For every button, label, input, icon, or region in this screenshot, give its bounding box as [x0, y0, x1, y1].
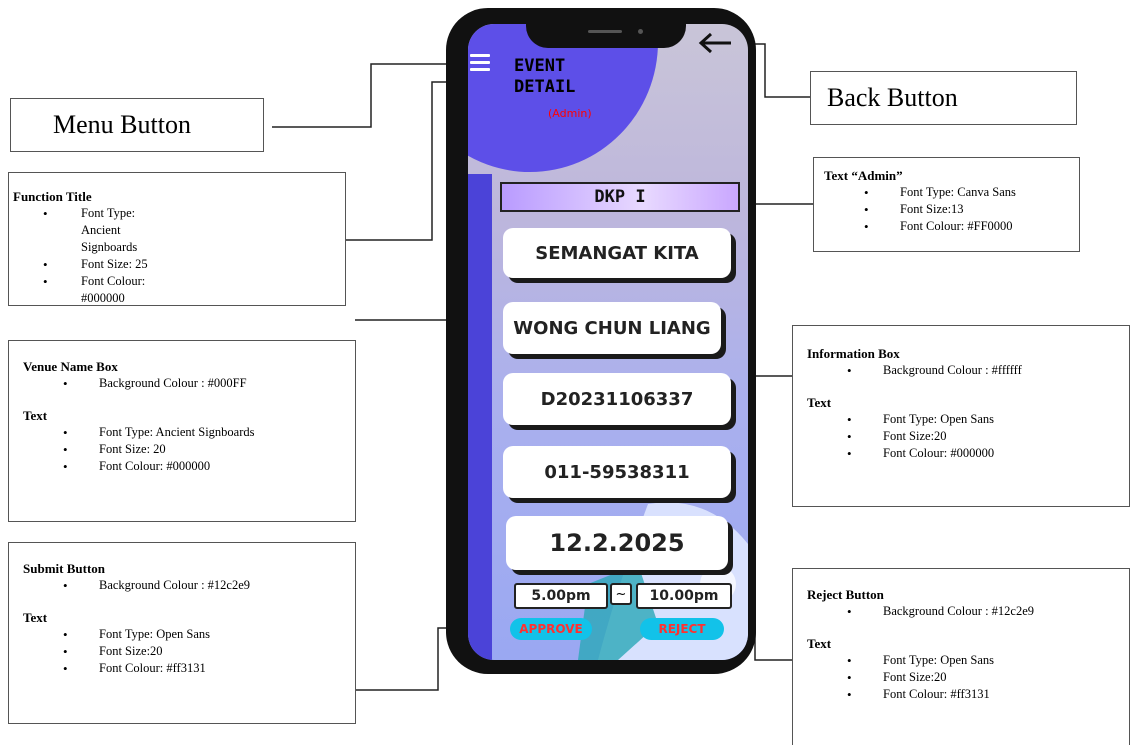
spec-item: Font Size:20 [807, 669, 1123, 686]
approve-button-label: APPROVE [519, 622, 583, 636]
reject-button[interactable]: REJECT [640, 618, 724, 640]
spec-item: Font Type: Open Sans [807, 652, 1123, 669]
time-start-text: 5.00pm [531, 588, 591, 604]
spec-item: Font Size:13 [824, 201, 1073, 218]
function-title-heading: Function Title [13, 189, 92, 204]
submit-text-heading: Text [23, 610, 48, 625]
back-button-callout-label: Back Button [827, 83, 958, 112]
info-box-text: WONG CHUN LIANG [513, 317, 711, 339]
reject-button-callout: Reject Button Background Colour : #12c2e… [792, 568, 1130, 745]
spec-item: Font Colour: #000000 [23, 458, 349, 475]
time-end-field[interactable]: 10.00pm [636, 583, 732, 609]
spec-item: Font Colour: #000000 [13, 273, 169, 307]
spec-item: Font Type: Open Sans [23, 626, 349, 643]
camera-dot [638, 29, 643, 34]
spec-item: Background Colour : #12c2e9 [23, 577, 349, 594]
spec-item: Font Type: Ancient Signboards [13, 205, 169, 256]
time-end-text: 10.00pm [649, 588, 719, 604]
spec-item: Font Colour: #000000 [807, 445, 1123, 462]
phone-notch [526, 8, 686, 48]
text-admin-heading: Text “Admin” [824, 168, 903, 183]
info-box-text: SEMANGAT KITA [535, 242, 699, 264]
reject-button-label: REJECT [658, 622, 706, 636]
info-box-event: SEMANGAT KITA [503, 228, 731, 278]
information-text-heading: Text [807, 395, 832, 410]
speaker-grille [588, 30, 622, 33]
time-start-field[interactable]: 5.00pm [514, 583, 608, 609]
venue-text-heading: Text [23, 408, 48, 423]
venue-name-text: DKP I [594, 187, 646, 207]
approve-button[interactable]: APPROVE [510, 618, 592, 640]
spec-item: Font Colour: #ff3131 [23, 660, 349, 677]
page-title-line2: DETAIL [514, 77, 576, 97]
info-box-text: 011-59538311 [544, 461, 690, 483]
spec-item: Background Colour : #ffffff [807, 362, 1123, 379]
time-separator-text: ~ [615, 586, 627, 602]
submit-button-callout: Submit Button Background Colour : #12c2e… [8, 542, 356, 724]
venue-name-box-heading: Venue Name Box [23, 359, 118, 374]
information-box-heading: Information Box [807, 346, 900, 361]
time-separator: ~ [610, 583, 632, 605]
spec-item: Font Size: 25 [13, 256, 169, 273]
hamburger-menu-icon[interactable] [470, 54, 490, 72]
info-box-text: D20231106337 [540, 388, 694, 410]
venue-name-box-callout: Venue Name Box Background Colour : #000F… [8, 340, 356, 522]
spec-item: Background Colour : #000FF [23, 375, 349, 392]
info-box-date: 12.2.2025 [506, 516, 728, 570]
text-admin-callout: Text “Admin” Font Type: Canva Sans Font … [813, 157, 1080, 252]
page-title: EVENT DETAIL [514, 56, 575, 98]
spec-item: Font Colour: #FF0000 [824, 218, 1073, 235]
info-box-id: D20231106337 [503, 373, 731, 425]
spec-item: Background Colour : #12c2e9 [807, 603, 1123, 620]
menu-button-callout-label: Menu Button [53, 110, 191, 139]
info-box-text: 12.2.2025 [549, 529, 685, 557]
spec-item: Font Type: Canva Sans [824, 184, 1073, 201]
reject-text-heading: Text [807, 636, 832, 651]
venue-name-box: DKP I [500, 182, 740, 212]
back-arrow-icon[interactable] [697, 31, 733, 55]
reject-button-heading: Reject Button [807, 587, 884, 602]
spec-item: Font Size:20 [807, 428, 1123, 445]
function-title-callout: Function Title Font Type: Ancient Signbo… [8, 172, 346, 306]
info-box-name: WONG CHUN LIANG [503, 302, 721, 354]
back-button-callout: Back Button [810, 71, 1077, 125]
spec-item: Font Size: 20 [23, 441, 349, 458]
page-title-line1: EVENT [514, 56, 566, 76]
spec-item: Font Type: Ancient Signboards [23, 424, 349, 441]
submit-button-heading: Submit Button [23, 561, 105, 576]
information-box-callout: Information Box Background Colour : #fff… [792, 325, 1130, 507]
admin-label: (Admin) [548, 107, 592, 120]
menu-button-callout: Menu Button [10, 98, 264, 152]
info-box-phone: 011-59538311 [503, 446, 731, 498]
spec-item: Font Colour: #ff3131 [807, 686, 1123, 703]
spec-item: Font Type: Open Sans [807, 411, 1123, 428]
spec-item: Font Size:20 [23, 643, 349, 660]
